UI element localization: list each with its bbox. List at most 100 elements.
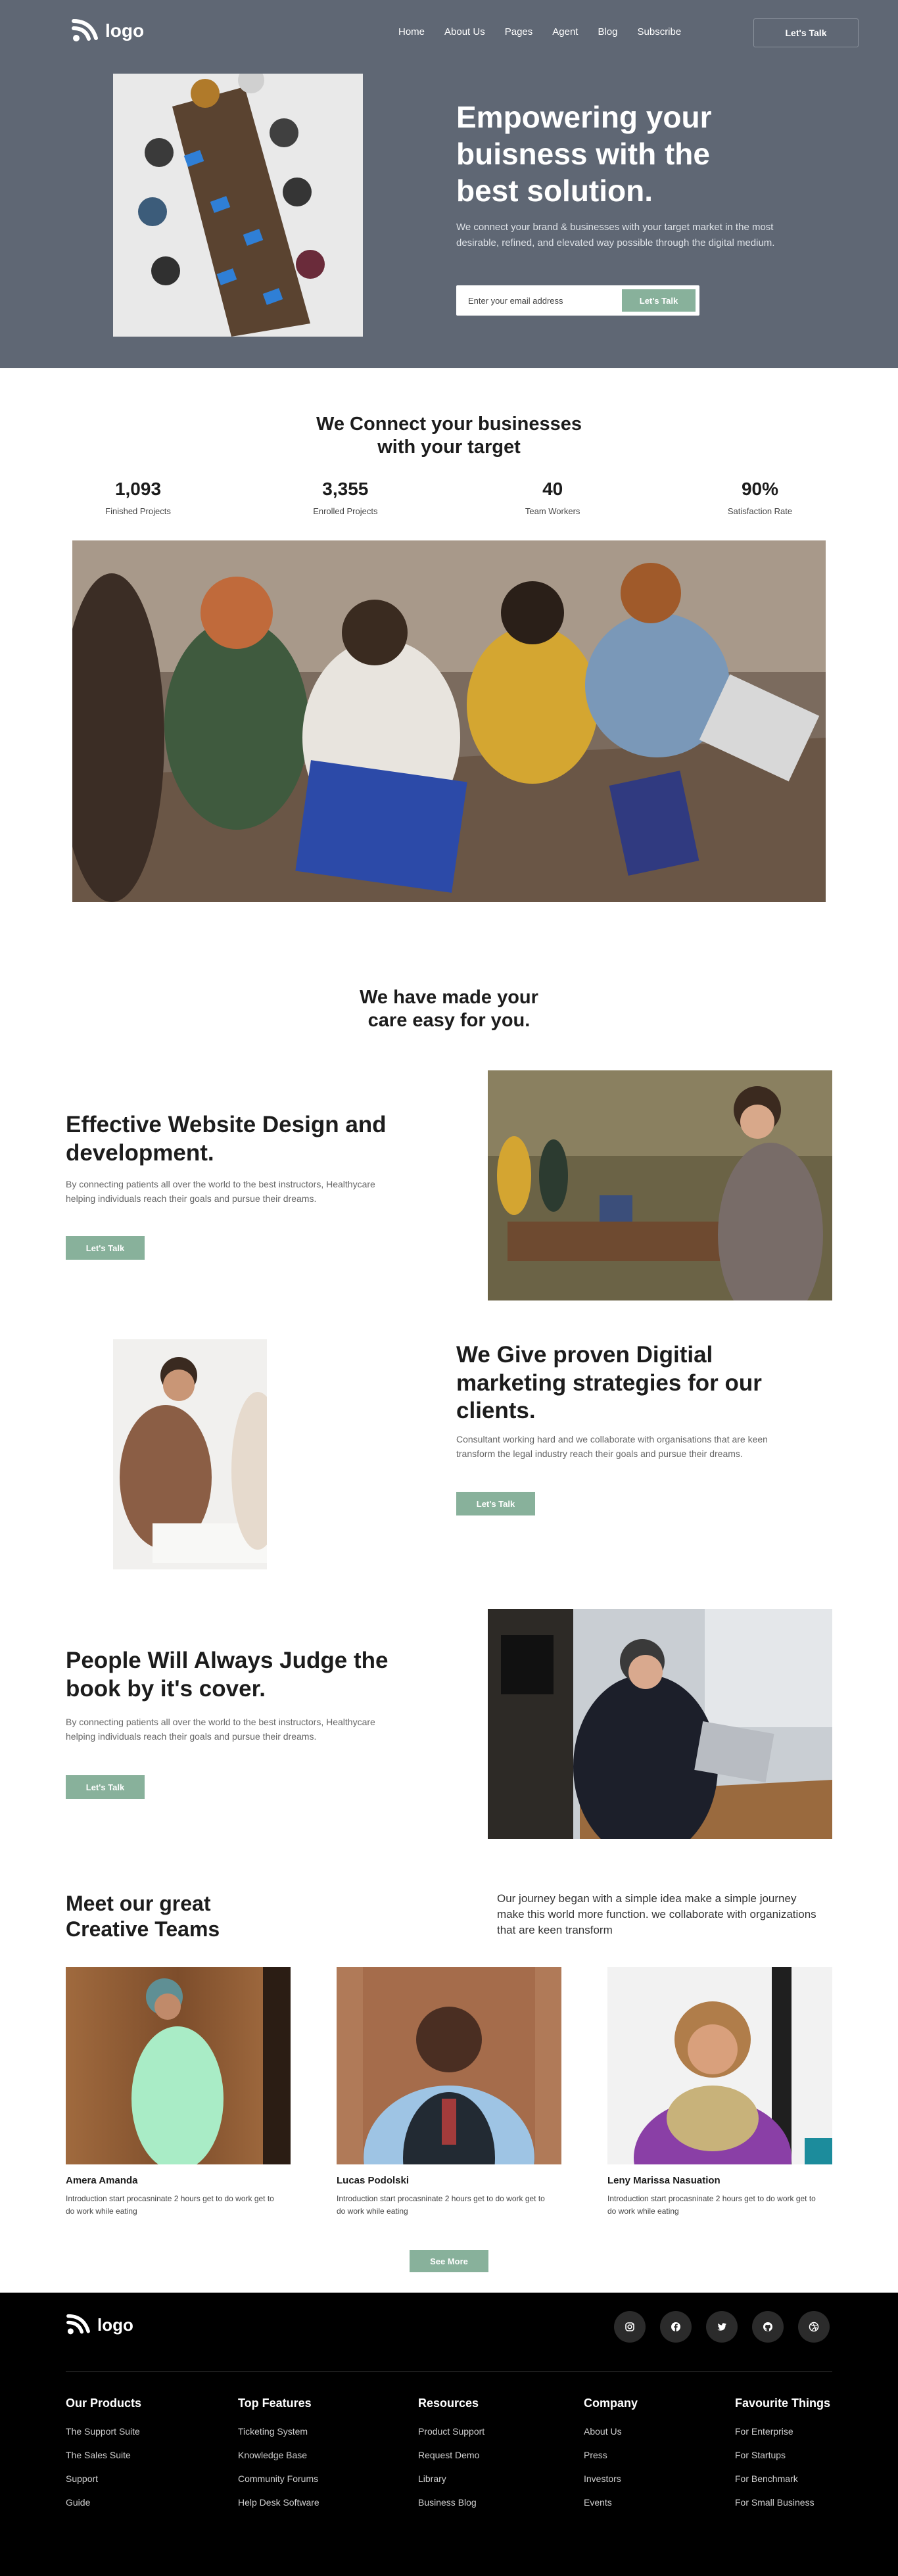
footer-column-title: Favourite Things [735,2397,831,2410]
connect-title-text: We Connect your businesses with your tar… [316,414,582,458]
top-nav: logo Home About Us Pages Agent Blog Subs… [0,18,898,47]
nav-link-about-us[interactable]: About Us [444,26,485,37]
care-title-text: We have made your care easy for you. [360,987,538,1032]
member-photo-illustration [607,1967,832,2164]
feature-description-2: Consultant working hard and we collabora… [456,1434,768,1460]
footer-link[interactable]: The Sales Suite [66,2450,141,2460]
footer-link[interactable]: About Us [584,2426,638,2437]
footer-link[interactable]: Guide [66,2497,141,2508]
member-description: Introduction start procasninate 2 hours … [337,2194,545,2216]
nav-link-agent[interactable]: Agent [552,26,578,37]
email-signup-form: Let's Talk [456,285,699,316]
footer-column-top-features: Top Features Ticketing System Knowledge … [238,2397,319,2521]
team-member-card: Amera Amanda Introduction start procasni… [66,1967,291,2218]
footer-link[interactable]: Help Desk Software [238,2497,319,2508]
stat-value: 90% [741,479,778,499]
footer-link[interactable]: Library [418,2473,484,2484]
member-name: Lucas Podolski [337,2175,410,2186]
footer-link[interactable]: For Small Business [735,2497,830,2508]
member-photo [66,1967,291,2164]
logo-icon [72,19,98,41]
footer-logo[interactable]: logo [66,2314,133,2336]
feature-2-button[interactable]: Let's Talk [456,1492,535,1515]
footer-link[interactable]: Business Blog [418,2497,484,2508]
handshake-photo-illustration [113,1339,267,1569]
footer-link[interactable]: Support [66,2473,141,2484]
nav-link-blog[interactable]: Blog [598,26,617,37]
feature-photo-office [488,1070,832,1300]
stat-label: Team Workers [525,506,580,516]
team-meeting-photo [72,540,826,902]
team-intro: Our journey began with a simple idea mak… [497,1892,816,1936]
hero-title: Empowering your buisness with the best s… [456,100,712,208]
footer-link[interactable]: Press [584,2450,638,2460]
twitter-icon[interactable] [706,2311,738,2343]
logo-text: logo [105,20,145,41]
team-photo-illustration [72,540,826,902]
member-name: Amera Amanda [66,2175,138,2186]
email-input[interactable] [468,295,622,306]
feature-description-1: By connecting patients all over the worl… [66,1179,375,1205]
nav-cta-button[interactable]: Let's Talk [753,18,859,47]
stat-label: Satisfaction Rate [727,506,793,516]
office-photo-illustration [488,1070,832,1300]
feature-description-3: By connecting patients all over the worl… [66,1717,375,1742]
nav-link-subscribe[interactable]: Subscribe [638,26,682,37]
feature-photo-laptop [488,1609,832,1839]
feature-1-button[interactable]: Let's Talk [66,1236,145,1260]
feature-3-button[interactable]: Let's Talk [66,1775,145,1799]
footer-link[interactable]: For Enterprise [735,2426,830,2437]
github-icon[interactable] [752,2311,784,2343]
stat-satisfaction-rate: 90% Satisfaction Rate [694,479,826,516]
team-title: Meet our great Creative Teams [66,1892,220,1942]
footer-link[interactable]: Knowledge Base [238,2450,319,2460]
footer-link[interactable]: Community Forums [238,2473,319,2484]
stat-finished-projects: 1,093 Finished Projects [72,479,204,516]
hero-section: logo Home About Us Pages Agent Blog Subs… [0,0,898,368]
member-photo-illustration [66,1967,291,2164]
nav-link-pages[interactable]: Pages [505,26,533,37]
footer-link[interactable]: For Startups [735,2450,830,2460]
footer-link[interactable]: For Benchmark [735,2473,830,2484]
facebook-icon[interactable] [660,2311,692,2343]
footer-link[interactable]: Investors [584,2473,638,2484]
footer-column-company: Company About Us Press Investors Events [584,2397,638,2521]
footer-column-title: Top Features [238,2397,312,2410]
footer-link[interactable]: The Support Suite [66,2426,141,2437]
stat-enrolled-projects: 3,355 Enrolled Projects [279,479,411,516]
footer-link[interactable]: Events [584,2497,638,2508]
footer-link[interactable]: Request Demo [418,2450,484,2460]
feature-photo-handshake [113,1339,267,1569]
footer-column-title: Company [584,2397,638,2410]
stat-team-workers: 40 Team Workers [487,479,619,516]
member-name: Leny Marissa Nasuation [607,2175,721,2186]
instagram-icon[interactable] [614,2311,646,2343]
member-photo [607,1967,832,2164]
stat-label: Finished Projects [105,506,171,516]
footer-column-title: Our Products [66,2397,142,2410]
hero-meeting-photo [113,74,363,337]
footer-link[interactable]: Ticketing System [238,2426,319,2437]
dribbble-icon[interactable] [798,2311,830,2343]
hero-photo-illustration [113,74,363,337]
nav-links: Home About Us Pages Agent Blog Subscribe [398,26,681,37]
see-more-button[interactable]: See More [410,2250,488,2272]
hero-submit-button[interactable]: Let's Talk [622,289,696,312]
hero-description: We connect your brand & businesses with … [456,222,775,249]
stat-value: 3,355 [322,479,369,499]
footer: logo Our Products The Support Suite The … [0,2293,898,2576]
logo[interactable]: logo [71,18,144,43]
footer-link[interactable]: Product Support [418,2426,484,2437]
member-description: Introduction start procasninate 2 hours … [607,2194,816,2216]
footer-column-resources: Resources Product Support Request Demo L… [418,2397,484,2521]
stat-value: 1,093 [114,479,162,499]
laptop-photo-illustration [488,1609,832,1839]
feature-title-1: Effective Website Design and development… [66,1112,387,1166]
footer-logo-text: logo [97,2314,133,2335]
connect-title: We Connect your businesses with your tar… [0,413,898,460]
team-member-card: Lucas Podolski Introduction start procas… [337,1967,561,2218]
nav-link-home[interactable]: Home [398,26,425,37]
footer-column-title: Resources [418,2397,479,2410]
team-member-card: Leny Marissa Nasuation Introduction star… [607,1967,832,2218]
logo-icon [66,2314,90,2335]
